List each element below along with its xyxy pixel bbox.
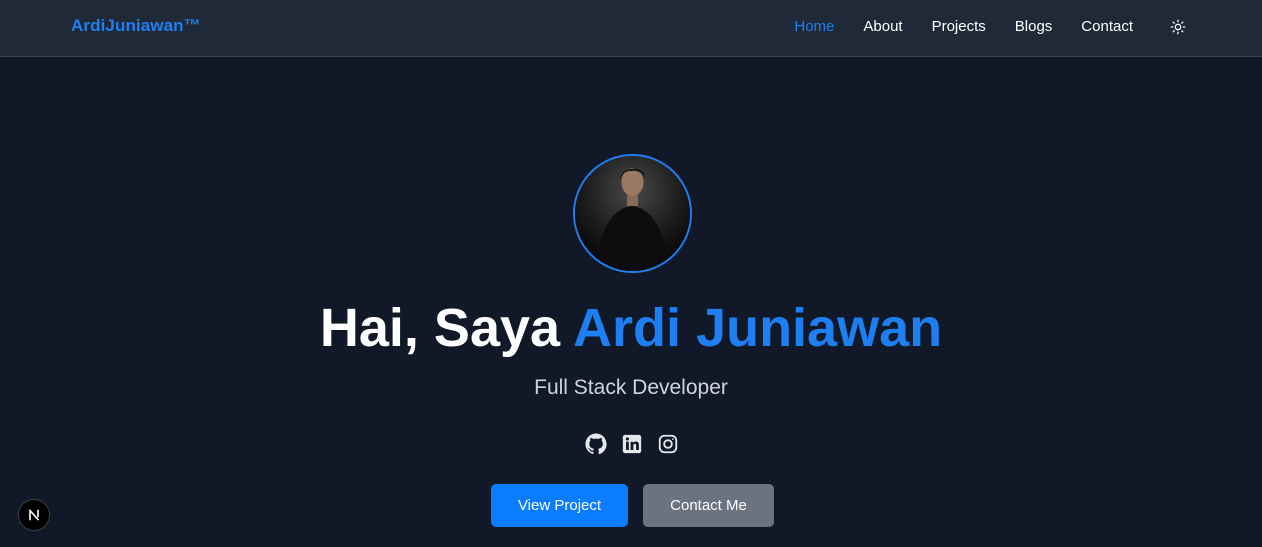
- brand-logo[interactable]: ArdiJuniawan™: [71, 16, 201, 36]
- linkedin-link[interactable]: [621, 433, 643, 455]
- instagram-link[interactable]: [657, 433, 679, 455]
- contact-me-button[interactable]: Contact Me: [643, 484, 774, 527]
- instagram-icon: [658, 434, 678, 454]
- nav-link-home[interactable]: Home: [794, 18, 834, 35]
- view-project-button[interactable]: View Project: [491, 484, 628, 527]
- nav-link-contact[interactable]: Contact: [1081, 18, 1133, 35]
- nav-link-projects[interactable]: Projects: [932, 18, 986, 35]
- greeting-text: Hai, Saya: [319, 298, 561, 358]
- theme-toggle-button[interactable]: [1168, 17, 1188, 37]
- profile-avatar: [573, 154, 692, 273]
- nav-link-blogs[interactable]: Blogs: [1015, 18, 1053, 35]
- nextjs-dev-badge[interactable]: [18, 499, 50, 531]
- social-links: [585, 433, 679, 455]
- name-text: Ardi Juniawan: [573, 298, 943, 358]
- nextjs-logo-icon: [28, 509, 40, 521]
- sun-icon: [1170, 19, 1186, 35]
- hero-subtitle: Full Stack Developer: [534, 376, 728, 399]
- github-link[interactable]: [585, 433, 607, 455]
- nav-link-about[interactable]: About: [863, 18, 902, 35]
- github-icon: [585, 433, 607, 455]
- linkedin-icon: [622, 434, 642, 454]
- profile-photo: [575, 156, 690, 271]
- nav-links: Home About Projects Blogs Contact: [794, 0, 1133, 53]
- navbar: ArdiJuniawan™ Home About Projects Blogs …: [0, 0, 1262, 57]
- hero-headline: Hai, Saya Ardi Juniawan: [0, 297, 1262, 359]
- hero-section: Hai, Saya Ardi Juniawan Full Stack Devel…: [0, 57, 1262, 547]
